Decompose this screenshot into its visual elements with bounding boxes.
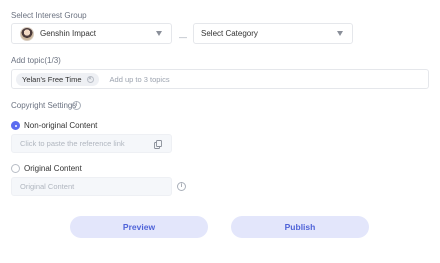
reference-link-input[interactable] <box>20 139 150 148</box>
topic-input-placeholder[interactable]: Add up to 3 topics <box>110 75 170 84</box>
original-radio[interactable] <box>11 164 20 173</box>
interest-group-label: Select Interest Group <box>11 11 87 20</box>
topic-input-box[interactable]: Yelan's Free Time ✕ Add up to 3 topics <box>11 69 429 89</box>
preview-button[interactable]: Preview <box>70 216 208 238</box>
post-settings-panel: Select Interest Group Genshin Impact — S… <box>0 0 440 263</box>
topic-chip: Yelan's Free Time ✕ <box>16 72 99 86</box>
game-select[interactable]: Genshin Impact <box>11 23 172 44</box>
info-icon[interactable]: i <box>177 182 186 191</box>
chevron-down-icon <box>156 31 162 36</box>
reference-link-field[interactable] <box>11 134 172 153</box>
paste-icon[interactable] <box>154 140 162 149</box>
copyright-settings-label: Copyright Settings <box>11 101 77 110</box>
original-content-input[interactable] <box>20 182 150 191</box>
publish-button[interactable]: Publish <box>231 216 369 238</box>
select-separator: — <box>179 33 187 42</box>
game-avatar <box>20 26 34 41</box>
original-content-field[interactable] <box>11 177 172 196</box>
add-topic-label: Add topic(1/3) <box>11 56 61 65</box>
remove-topic-icon[interactable]: ✕ <box>86 75 94 83</box>
game-select-value: Genshin Impact <box>40 29 97 38</box>
category-select-value: Select Category <box>201 29 258 38</box>
non-original-label[interactable]: Non-original Content <box>24 121 97 130</box>
chevron-down-icon <box>337 31 343 36</box>
category-select[interactable]: Select Category <box>193 23 353 44</box>
topic-chip-label: Yelan's Free Time <box>22 74 82 84</box>
info-icon[interactable]: i <box>72 101 81 110</box>
non-original-radio[interactable] <box>11 121 20 130</box>
original-label[interactable]: Original Content <box>24 164 82 173</box>
